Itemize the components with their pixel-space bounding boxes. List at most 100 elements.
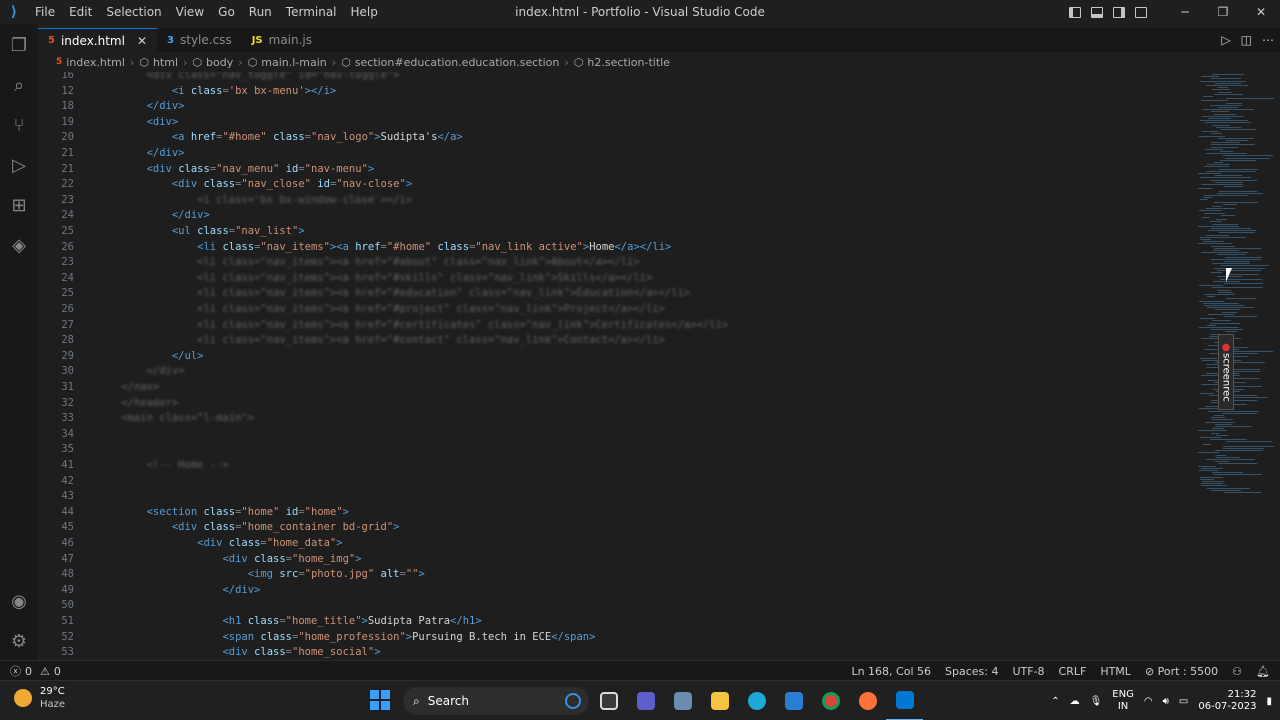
- tab-main-js[interactable]: JS main.js: [242, 28, 322, 52]
- code-line[interactable]: 16 <div class="nav_toggle" id="nav-toggl…: [38, 72, 1194, 83]
- menu-terminal[interactable]: Terminal: [279, 0, 344, 24]
- code-line[interactable]: 27 <li class="nav_items"><a href="#certi…: [38, 317, 1194, 333]
- live-server-port[interactable]: ⊘ Port : 5500: [1145, 665, 1218, 678]
- search-icon[interactable]: ⌕: [0, 66, 38, 104]
- extensions-icon[interactable]: ⊞: [0, 186, 38, 224]
- code-line[interactable]: 42: [38, 473, 1194, 489]
- code-line[interactable]: 21 </div>: [38, 145, 1194, 161]
- account-icon[interactable]: ⚇: [1232, 665, 1242, 678]
- code-line[interactable]: 28 <li class="nav_items"><a href="#conta…: [38, 332, 1194, 348]
- widgets-icon[interactable]: [664, 681, 701, 720]
- more-actions-icon[interactable]: ⋯: [1262, 33, 1274, 47]
- toggle-secondary-sidebar-icon[interactable]: [1108, 0, 1130, 24]
- indentation[interactable]: Spaces: 4: [945, 665, 998, 678]
- code-line[interactable]: 23 <li class="nav_items"><a href="#about…: [38, 254, 1194, 270]
- close-icon[interactable]: ✕: [137, 34, 147, 48]
- toggle-primary-sidebar-icon[interactable]: [1064, 0, 1086, 24]
- code-line[interactable]: 52 <span class="home_profession">Pursuin…: [38, 629, 1194, 645]
- code-line[interactable]: 25 <ul class="nav_list">: [38, 223, 1194, 239]
- code-line[interactable]: 26 <li class="nav_items"><a href="#proje…: [38, 301, 1194, 317]
- language-mode[interactable]: HTML: [1100, 665, 1131, 678]
- code-line[interactable]: 34: [38, 426, 1194, 442]
- end-of-line[interactable]: CRLF: [1059, 665, 1087, 678]
- battery-icon[interactable]: ▭: [1179, 696, 1188, 707]
- code-line[interactable]: 24 <li class="nav_items"><a href="#skill…: [38, 270, 1194, 286]
- problems-indicator[interactable]: ⓧ 0 ⚠ 0: [10, 661, 61, 681]
- tab-style-css[interactable]: 3 style.css: [157, 28, 242, 52]
- source-control-icon[interactable]: ⑂: [0, 106, 38, 144]
- code-line[interactable]: 41 <!-- Home -->: [38, 457, 1194, 473]
- onedrive-icon[interactable]: ☁: [1070, 696, 1080, 707]
- windows-start-icon[interactable]: [370, 690, 390, 710]
- microphone-icon[interactable]: 🎙︎: [1090, 696, 1103, 707]
- store-icon[interactable]: [775, 681, 812, 720]
- close-window-button[interactable]: ✕: [1242, 0, 1280, 24]
- breadcrumb-item[interactable]: ⬡ section#education.education.section: [341, 56, 559, 69]
- notification-icon[interactable]: ▮: [1266, 696, 1272, 707]
- code-line[interactable]: 53 <div class="home_social">: [38, 644, 1194, 660]
- customize-layout-icon[interactable]: [1130, 0, 1152, 24]
- wifi-icon[interactable]: ◠: [1144, 696, 1153, 707]
- code-line[interactable]: 51 <h1 class="home_title">Sudipta Patra<…: [38, 613, 1194, 629]
- accounts-icon[interactable]: ◉: [0, 582, 38, 620]
- code-line[interactable]: 47 <div class="home_img">: [38, 551, 1194, 567]
- code-line[interactable]: 19 <div>: [38, 114, 1194, 130]
- code-editor[interactable]: 16 <div class="nav_toggle" id="nav-toggl…: [38, 72, 1194, 660]
- run-debug-icon[interactable]: ▷: [0, 146, 38, 184]
- code-line[interactable]: 43: [38, 488, 1194, 504]
- code-line[interactable]: 23 <i class='bx bx-window-close'></i>: [38, 192, 1194, 208]
- code-line[interactable]: 44 <section class="home" id="home">: [38, 504, 1194, 520]
- chevron-up-icon[interactable]: ⌃: [1051, 696, 1059, 707]
- code-line[interactable]: 22 <div class="nav_close" id="nav-close"…: [38, 176, 1194, 192]
- minimap[interactable]: [1194, 72, 1280, 660]
- code-line[interactable]: 45 <div class="home_container bd-grid">: [38, 519, 1194, 535]
- menu-view[interactable]: View: [169, 0, 211, 24]
- code-line[interactable]: 30 </div>: [38, 363, 1194, 379]
- task-view-icon[interactable]: [590, 681, 627, 720]
- menu-selection[interactable]: Selection: [99, 0, 168, 24]
- code-line[interactable]: 21 <div class="nav_menu" id="nav-menu">: [38, 161, 1194, 177]
- code-line[interactable]: 25 <li class="nav_items"><a href="#educa…: [38, 285, 1194, 301]
- weather-widget[interactable]: 29°C Haze: [14, 685, 65, 711]
- menu-help[interactable]: Help: [344, 0, 385, 24]
- cursor-position[interactable]: Ln 168, Col 56: [851, 665, 931, 678]
- code-line[interactable]: 48 <img src="photo.jpg" alt="">: [38, 566, 1194, 582]
- menu-go[interactable]: Go: [211, 0, 242, 24]
- code-line[interactable]: 18 </div>: [38, 98, 1194, 114]
- breadcrumb-item[interactable]: ⬡ h2.section-title: [574, 56, 670, 69]
- breadcrumb-item[interactable]: 5 index.html: [56, 56, 125, 69]
- run-icon[interactable]: ▷: [1221, 33, 1230, 47]
- code-line[interactable]: 12 <i class='bx bx-menu'></i>: [38, 83, 1194, 99]
- code-line[interactable]: 26 <li class="nav_items"><a href="#home"…: [38, 239, 1194, 255]
- volume-icon[interactable]: 🔊︎: [1163, 696, 1169, 707]
- restore-button[interactable]: ❐: [1204, 0, 1242, 24]
- breadcrumb-item[interactable]: ⬡ html: [139, 56, 178, 69]
- breadcrumb-item[interactable]: ⬡ body: [192, 56, 233, 69]
- menu-edit[interactable]: Edit: [62, 0, 99, 24]
- vscode-taskbar-icon[interactable]: [886, 681, 923, 720]
- code-line[interactable]: 20 <a href="#home" class="nav_logo">Sudi…: [38, 129, 1194, 145]
- code-line[interactable]: 24 </div>: [38, 207, 1194, 223]
- explorer-icon[interactable]: ❐: [0, 26, 38, 64]
- toggle-panel-icon[interactable]: [1086, 0, 1108, 24]
- chrome-icon[interactable]: [812, 681, 849, 720]
- tab-index-html[interactable]: 5 index.html ✕: [38, 28, 158, 52]
- code-line[interactable]: 33 <main class="l-main">: [38, 410, 1194, 426]
- file-explorer-icon[interactable]: [701, 681, 738, 720]
- code-line[interactable]: 46 <div class="home_data">: [38, 535, 1194, 551]
- settings-gear-icon[interactable]: ⚙: [0, 622, 38, 660]
- code-line[interactable]: 32 </header>: [38, 395, 1194, 411]
- menu-file[interactable]: File: [28, 0, 62, 24]
- python-icon[interactable]: ◈: [0, 226, 38, 264]
- code-line[interactable]: 29 </ul>: [38, 348, 1194, 364]
- language-indicator[interactable]: ENG IN: [1112, 689, 1134, 713]
- code-line[interactable]: 50: [38, 597, 1194, 613]
- edge-browser-icon[interactable]: [738, 681, 775, 720]
- screenrec-widget[interactable]: ● screenrec: [1218, 334, 1234, 410]
- taskbar-search[interactable]: ⌕ Search: [403, 687, 589, 715]
- code-line[interactable]: 31 </nav>: [38, 379, 1194, 395]
- minimize-button[interactable]: ─: [1166, 0, 1204, 24]
- clock[interactable]: 21:32 06-07-2023: [1198, 689, 1256, 713]
- teams-chat-icon[interactable]: [627, 681, 664, 720]
- code-line[interactable]: 35: [38, 441, 1194, 457]
